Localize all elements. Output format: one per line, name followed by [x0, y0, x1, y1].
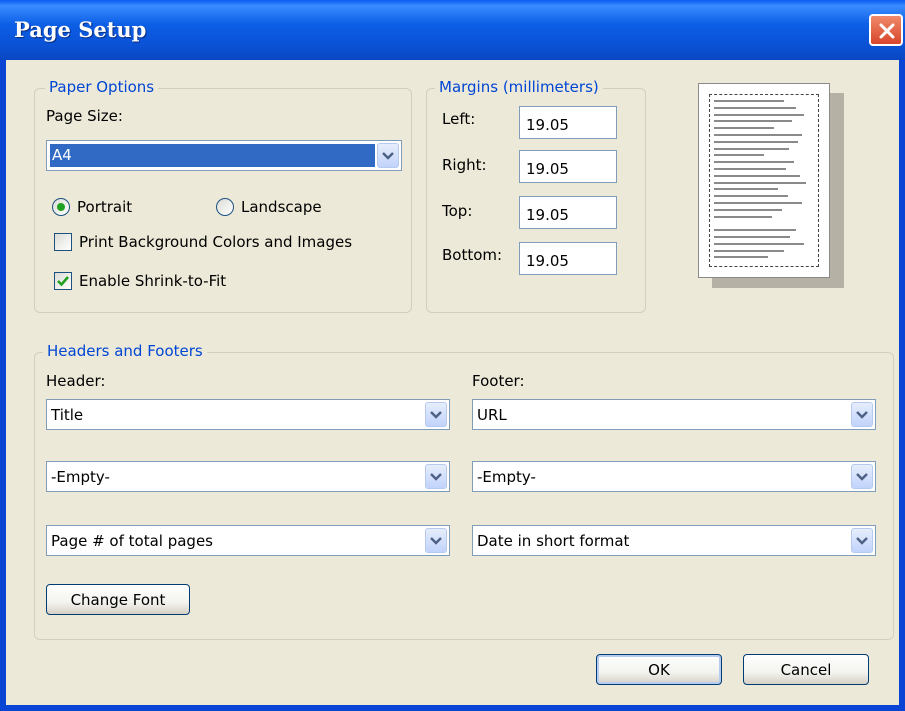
margin-right-label: Right:	[442, 156, 487, 174]
chevron-down-icon	[856, 537, 868, 545]
shrink-to-fit-checkbox[interactable]	[54, 272, 72, 290]
footer-select-3[interactable]: Date in short format	[472, 525, 876, 556]
header-value-1: Title	[51, 406, 84, 424]
change-font-button[interactable]: Change Font	[46, 584, 190, 615]
margin-right-input[interactable]: 19.05	[519, 150, 617, 183]
preview-text-line	[714, 202, 802, 204]
header-label: Header:	[46, 372, 106, 390]
preview-text-line	[714, 195, 788, 198]
page-size-select[interactable]: A4	[46, 140, 402, 171]
landscape-radio[interactable]	[216, 198, 234, 216]
preview-text-line	[714, 161, 794, 164]
preview-text-line	[714, 154, 764, 157]
header-select-2[interactable]: -Empty-	[46, 461, 450, 492]
change-font-label: Change Font	[70, 591, 166, 609]
preview-text-line	[714, 174, 800, 177]
preview-text-line	[714, 147, 789, 150]
portrait-radio[interactable]	[52, 198, 70, 216]
cancel-label: Cancel	[780, 661, 832, 679]
chevron-down-icon	[856, 411, 868, 419]
preview-text-line	[714, 229, 796, 232]
preview-text-line	[714, 140, 798, 143]
window-title: Page Setup	[14, 17, 147, 42]
header-select-1[interactable]: Title	[46, 399, 450, 430]
preview-text-line	[714, 236, 790, 238]
page-preview	[698, 83, 830, 278]
margin-left-label: Left:	[442, 110, 476, 128]
header-select-3[interactable]: Page # of total pages	[46, 525, 450, 556]
headers-footers-legend: Headers and Footers	[43, 342, 207, 360]
cancel-button[interactable]: Cancel	[743, 654, 869, 685]
margin-bottom-input[interactable]: 19.05	[519, 242, 617, 275]
page-size-dropdown-button[interactable]	[377, 143, 399, 168]
margin-bottom-value: 19.05	[526, 252, 569, 270]
footer-dropdown-button-1[interactable]	[851, 402, 873, 427]
margin-right-value: 19.05	[526, 160, 569, 178]
preview-text-line	[714, 100, 784, 102]
print-background-label[interactable]: Print Background Colors and Images	[79, 233, 352, 251]
chevron-down-icon	[856, 473, 868, 481]
preview-text-line	[714, 256, 768, 259]
chevron-down-icon	[430, 537, 442, 545]
footer-label: Footer:	[472, 372, 525, 390]
title-bar[interactable]: Page Setup	[0, 0, 905, 60]
header-dropdown-button-3[interactable]	[425, 528, 447, 553]
chevron-down-icon	[430, 411, 442, 419]
header-dropdown-button-1[interactable]	[425, 402, 447, 427]
margin-bottom-label: Bottom:	[442, 246, 503, 264]
landscape-label[interactable]: Landscape	[241, 198, 322, 216]
preview-text-line	[714, 106, 796, 109]
footer-value-1: URL	[477, 406, 507, 424]
header-value-2: -Empty-	[51, 468, 110, 486]
paper-options-legend: Paper Options	[45, 78, 159, 96]
chevron-down-icon	[430, 473, 442, 481]
header-value-3: Page # of total pages	[51, 532, 213, 550]
preview-text-line	[714, 249, 784, 252]
margin-top-value: 19.05	[526, 206, 569, 224]
close-button[interactable]	[869, 14, 903, 46]
header-dropdown-button-2[interactable]	[425, 464, 447, 489]
footer-value-2: -Empty-	[477, 468, 536, 486]
margins-legend: Margins (millimeters)	[435, 78, 603, 96]
preview-text-line	[714, 242, 804, 245]
margin-top-label: Top:	[442, 202, 473, 220]
margin-left-input[interactable]: 19.05	[519, 106, 617, 139]
page-size-value: A4	[50, 144, 375, 167]
page-setup-dialog: Page Setup Paper Options Page Size: A4 P…	[0, 0, 905, 711]
preview-text-line	[714, 134, 802, 136]
footer-select-2[interactable]: -Empty-	[472, 461, 876, 492]
preview-text-line	[714, 127, 774, 130]
footer-select-1[interactable]: URL	[472, 399, 876, 430]
margin-top-input[interactable]: 19.05	[519, 196, 617, 229]
preview-text-line	[714, 168, 786, 170]
footer-dropdown-button-2[interactable]	[851, 464, 873, 489]
preview-text-line	[714, 181, 806, 184]
checkmark-icon	[57, 276, 69, 287]
print-background-checkbox[interactable]	[54, 233, 72, 251]
preview-text-line	[714, 113, 804, 116]
portrait-label[interactable]: Portrait	[77, 198, 132, 216]
preview-text-line	[714, 208, 782, 211]
footer-value-3: Date in short format	[477, 532, 630, 550]
page-size-label: Page Size:	[46, 107, 123, 125]
page-preview-margins	[709, 94, 819, 267]
preview-text-line	[714, 120, 792, 123]
close-icon	[879, 23, 895, 39]
margin-left-value: 19.05	[526, 116, 569, 134]
shrink-to-fit-label[interactable]: Enable Shrink-to-Fit	[79, 272, 226, 290]
chevron-down-icon	[382, 152, 394, 160]
footer-dropdown-button-3[interactable]	[851, 528, 873, 553]
ok-button[interactable]: OK	[596, 654, 722, 685]
ok-label: OK	[648, 661, 670, 679]
preview-text-line	[714, 188, 778, 191]
preview-text-line	[714, 215, 772, 218]
